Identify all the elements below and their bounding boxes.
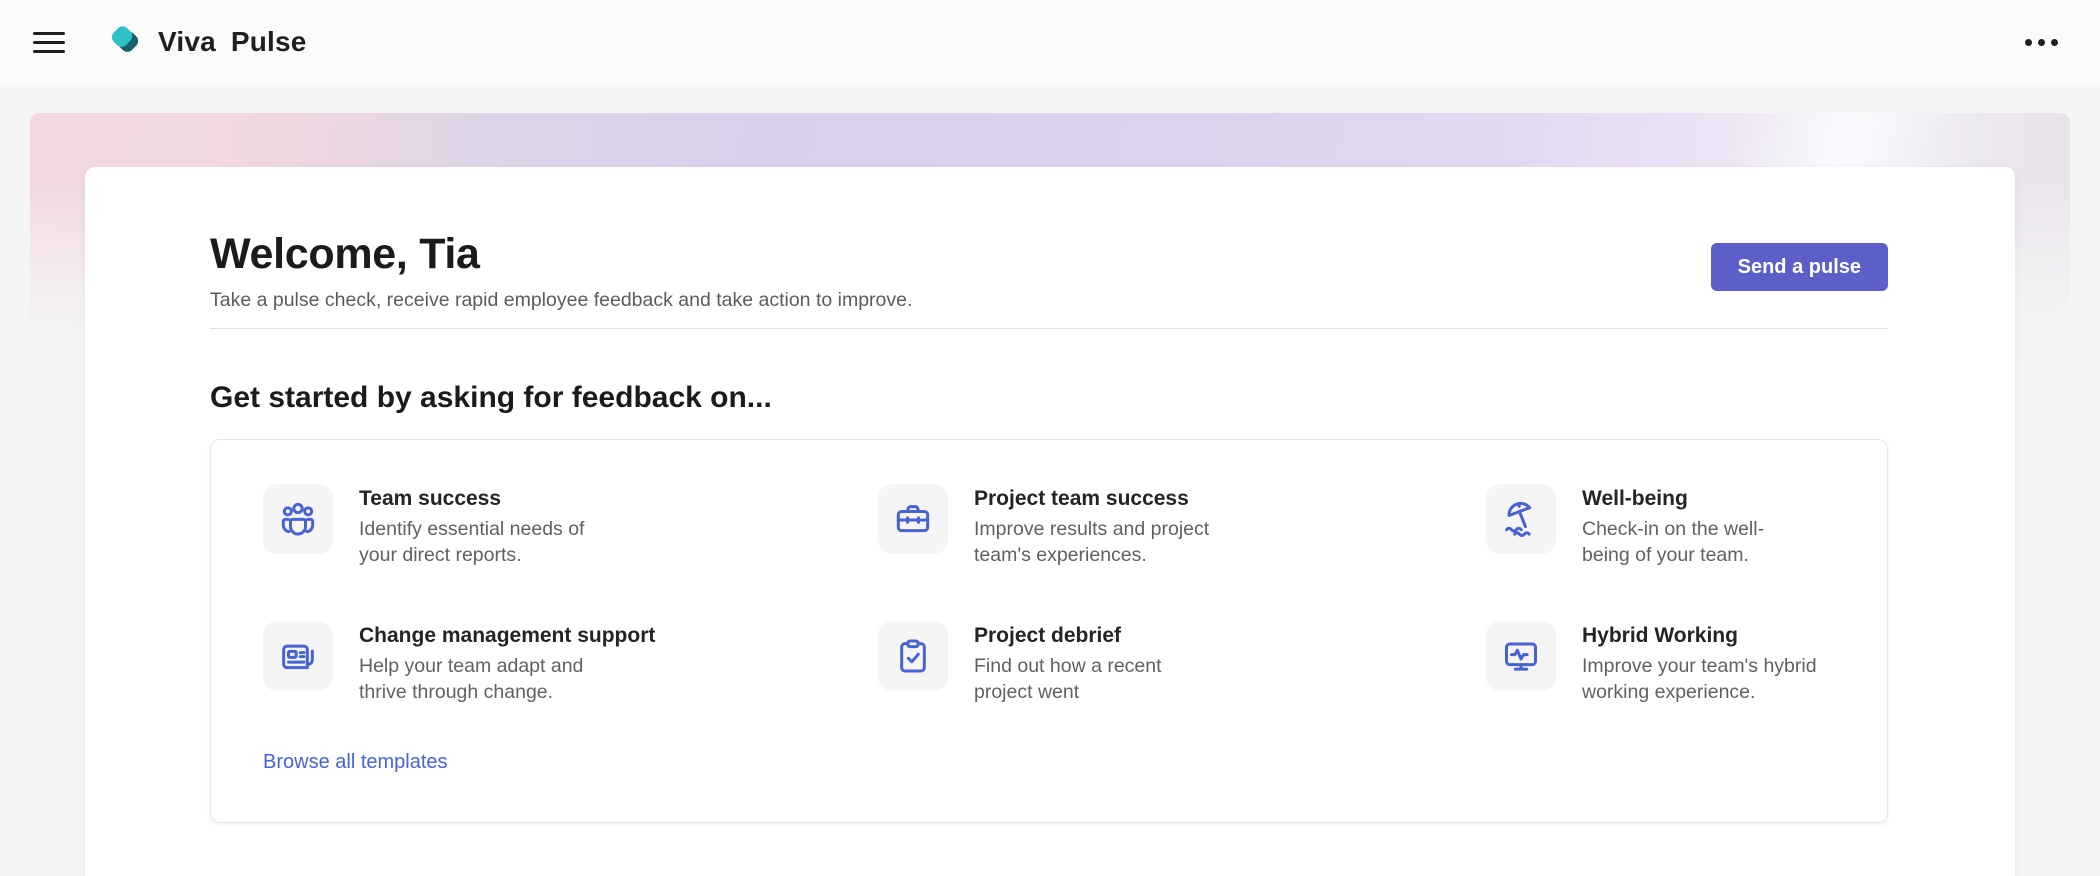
template-item-well-being[interactable]: Well-being Check-in on the well- being o… [1486, 484, 1847, 568]
template-title: Team success [359, 487, 584, 511]
briefcase-icon [893, 499, 933, 539]
icon-tile [263, 484, 333, 554]
template-item-hybrid-working[interactable]: Hybrid Working Improve your team's hybri… [1486, 621, 1847, 705]
welcome-subtitle: Take a pulse check, receive rapid employ… [210, 289, 912, 312]
main-content-card: Welcome, Tia Take a pulse check, receive… [85, 167, 2015, 876]
template-description: Check-in on the well- being of your team… [1582, 517, 1764, 568]
clipboard-check-icon [893, 636, 933, 676]
welcome-header: Welcome, Tia Take a pulse check, receive… [210, 231, 1888, 312]
welcome-title: Welcome, Tia [210, 231, 912, 278]
icon-tile [1486, 484, 1556, 554]
template-item-project-debrief[interactable]: Project debrief Find out how a recent pr… [878, 621, 1486, 705]
section-divider [210, 328, 1888, 329]
app-title: Viva Pulse [158, 26, 307, 58]
template-title: Change management support [359, 624, 655, 648]
templates-card: Team success Identify essential needs of… [210, 439, 1888, 823]
template-title: Hybrid Working [1582, 624, 1817, 648]
template-title: Project debrief [974, 624, 1162, 648]
hamburger-icon[interactable] [33, 32, 65, 53]
top-app-bar: Viva Pulse [0, 0, 2100, 84]
template-description: Identify essential needs of your direct … [359, 517, 584, 568]
newspaper-icon [278, 636, 318, 676]
browse-all-templates-link[interactable]: Browse all templates [263, 751, 448, 774]
people-community-icon [278, 499, 318, 539]
templates-section-heading: Get started by asking for feedback on... [210, 381, 1888, 415]
icon-tile [263, 621, 333, 691]
template-description: Improve results and project team's exper… [974, 517, 1209, 568]
beach-umbrella-icon [1501, 499, 1541, 539]
template-description: Find out how a recent project went [974, 654, 1162, 705]
template-description: Help your team adapt and thrive through … [359, 654, 655, 705]
monitor-pulse-icon [1501, 636, 1541, 676]
template-item-team-success[interactable]: Team success Identify essential needs of… [263, 484, 878, 568]
icon-tile [878, 484, 948, 554]
template-item-change-management[interactable]: Change management support Help your team… [263, 621, 878, 705]
template-item-project-team-success[interactable]: Project team success Improve results and… [878, 484, 1486, 568]
send-a-pulse-button[interactable]: Send a pulse [1711, 243, 1888, 291]
template-title: Well-being [1582, 487, 1764, 511]
icon-tile [878, 621, 948, 691]
templates-grid: Team success Identify essential needs of… [263, 484, 1847, 705]
template-description: Improve your team's hybrid working exper… [1582, 654, 1817, 705]
icon-tile [1486, 621, 1556, 691]
template-title: Project team success [974, 487, 1209, 511]
more-horizontal-icon[interactable] [2023, 33, 2060, 52]
viva-pulse-logo-icon [105, 22, 145, 62]
